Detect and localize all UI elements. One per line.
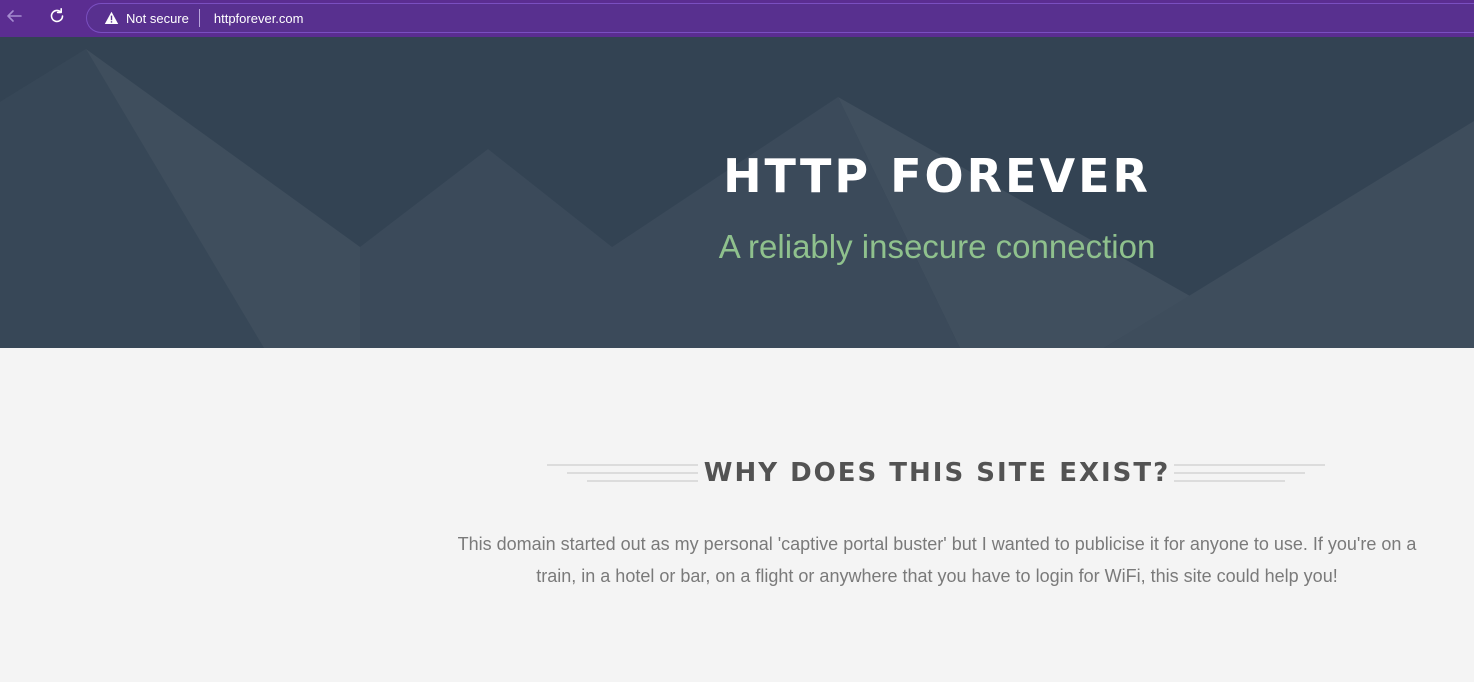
address-bar[interactable]: Not secure httpforever.com xyxy=(86,3,1474,33)
security-indicator[interactable]: Not secure xyxy=(87,9,200,27)
main-content: WHY DOES THIS SITE EXIST? This domain st… xyxy=(0,348,1474,682)
back-button[interactable] xyxy=(0,5,28,31)
reload-button[interactable] xyxy=(43,5,71,31)
section-body: This domain started out as my personal '… xyxy=(457,534,1417,586)
heading-decoration-right xyxy=(1174,463,1326,485)
url-text[interactable]: httpforever.com xyxy=(200,11,304,26)
arrow-left-icon xyxy=(5,7,23,30)
hero-banner: HTTP FOREVER A reliably insecure connect… xyxy=(0,37,1474,348)
reload-icon xyxy=(48,7,66,30)
browser-toolbar: Not secure httpforever.com xyxy=(0,0,1474,37)
warning-triangle-icon xyxy=(103,10,119,26)
security-label: Not secure xyxy=(126,10,189,26)
hero-subtitle: A reliably insecure connection xyxy=(718,228,1156,265)
hero-title: HTTP FOREVER xyxy=(723,149,1151,203)
